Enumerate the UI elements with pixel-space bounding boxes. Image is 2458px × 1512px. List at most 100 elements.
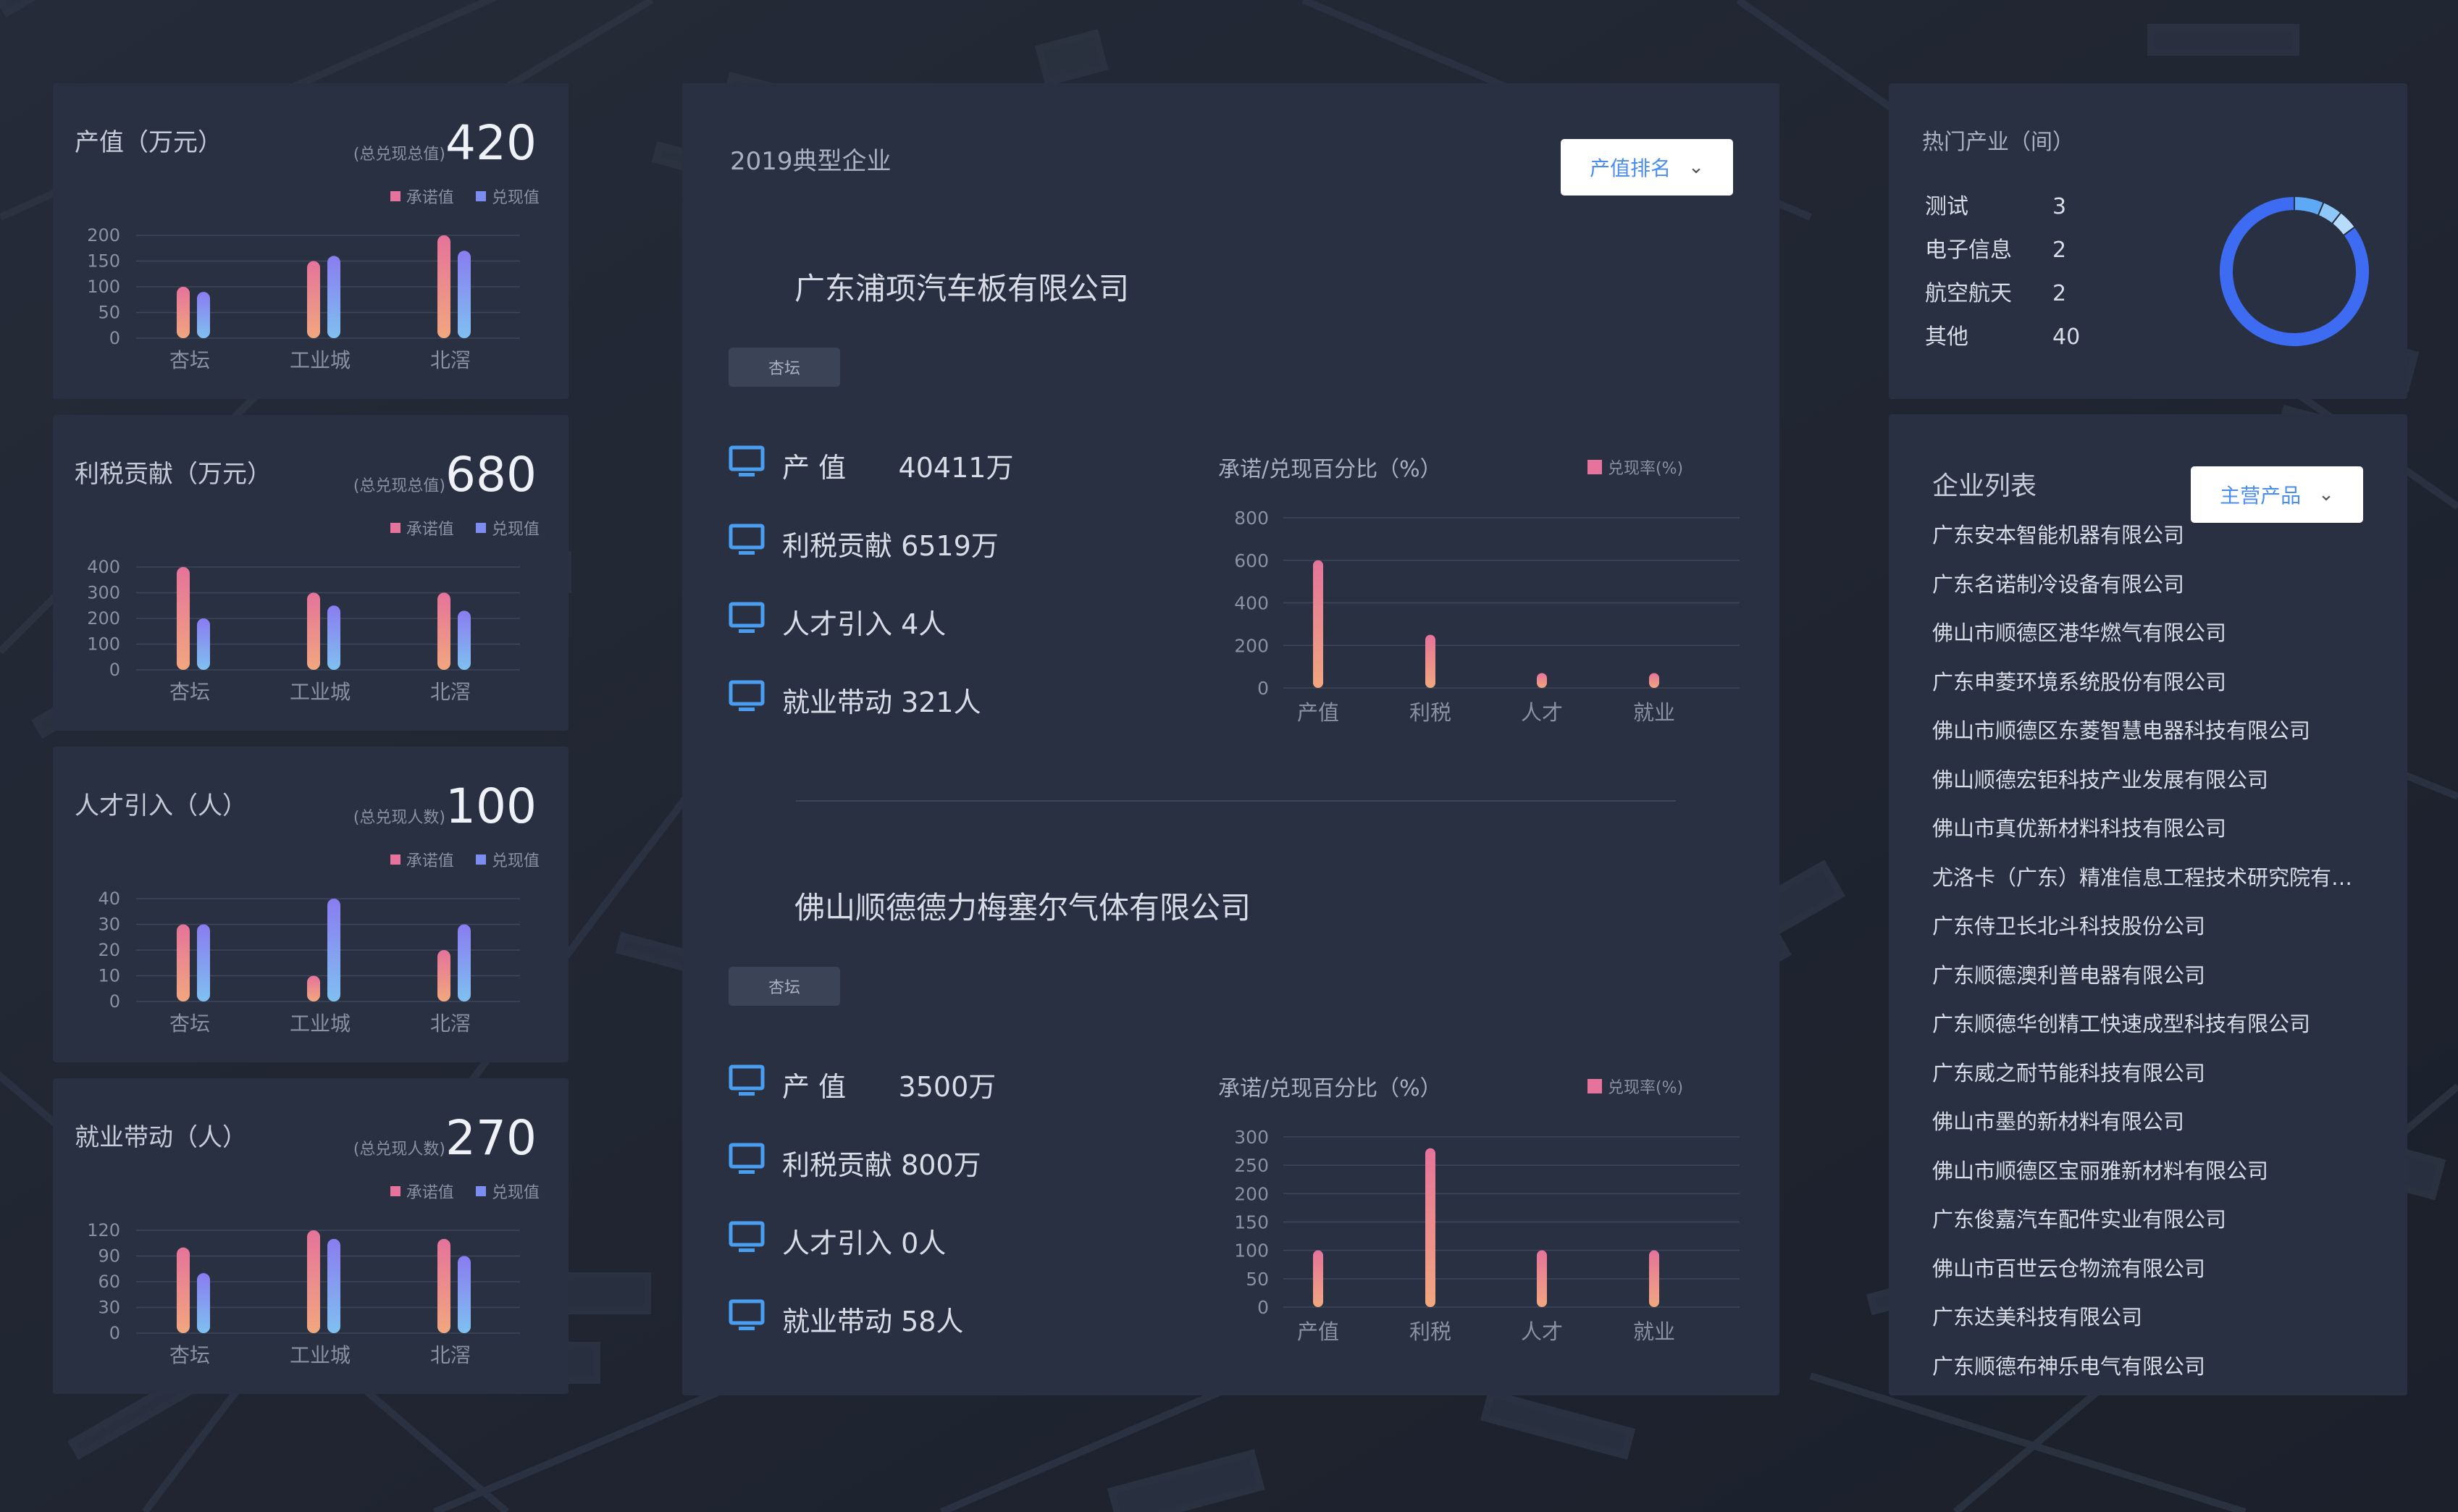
y-tick-label: 60: [98, 1272, 120, 1292]
y-tick-label: 100: [87, 277, 120, 297]
legend-label: 兑现值: [491, 189, 540, 207]
stat-card: 就业带动（人） (总兑现人数)270 承诺值 兑现值 0 30 60 90 120 杏坛 工…: [53, 1078, 569, 1394]
company-list-item[interactable]: 广东侍卫长北斗科技股份公司: [1932, 902, 2367, 952]
company-list-item[interactable]: 佛山市顺德区东菱智慧电器科技有限公司: [1932, 707, 2367, 756]
metric-row: 利税贡献 6519万: [729, 524, 999, 563]
legend-swatch-blue: [475, 1186, 486, 1196]
bar: [458, 1256, 471, 1333]
y-tick-label: 20: [98, 940, 120, 960]
company-list-item[interactable]: 佛山市顺德区宝丽雅新材料有限公司: [1932, 1147, 2367, 1196]
company-name: 广东浦项汽车板有限公司: [794, 271, 1130, 306]
bar: [327, 256, 340, 338]
company-list-item[interactable]: 佛山市百世云仓物流有限公司: [1932, 1245, 2367, 1294]
y-tick-label: 200: [87, 608, 120, 629]
metric-row: 产 值 3500万: [729, 1064, 996, 1104]
hot-industry-row[interactable]: 电子信息 2: [1925, 232, 2066, 264]
x-tick-label: 北滘: [430, 680, 471, 704]
company-list-item[interactable]: 广东达美科技有限公司: [1932, 1293, 2367, 1343]
monitor-icon: [729, 445, 782, 485]
bar: [437, 592, 450, 670]
legend-swatch-blue: [475, 191, 486, 201]
bar: [458, 610, 471, 670]
company-list-item[interactable]: 广东顺德布神乐电气有限公司: [1932, 1343, 2367, 1380]
metric-text: 产 值 3500万: [782, 1071, 997, 1103]
legend-label: 兑现值: [491, 1184, 540, 1202]
y-tick-label: 90: [98, 1246, 120, 1267]
y-tick-label: 0: [1257, 1297, 1269, 1318]
y-tick-label: 0: [109, 660, 120, 680]
y-tick-label: 30: [98, 915, 120, 935]
legend-label: 兑现值: [491, 521, 540, 539]
company-list-item[interactable]: 广东顺德华创精工快速成型科技有限公司: [1932, 1000, 2367, 1049]
bar: [1425, 634, 1435, 688]
x-tick-label: 工业城: [290, 1012, 351, 1036]
x-tick-label: 人才: [1521, 1319, 1563, 1344]
percent-bar-chart: 0 50 100 150 200 250 300 产值 利税 人才 就业: [1234, 1127, 1740, 1344]
hot-industry-panel: 热门产业（间） 测试 3 电子信息 2 航空航天 2 其他 40: [1889, 83, 2407, 399]
stat-bar-chart: 0 10 20 30 40 杏坛 工业城 北滘: [98, 889, 520, 1036]
hot-industry-row[interactable]: 测试 3: [1925, 188, 2066, 220]
y-tick-label: 800: [1234, 508, 1269, 529]
y-tick-label: 100: [87, 634, 120, 655]
bar: [307, 592, 320, 670]
stat-bar-chart: 0 100 200 300 400 杏坛 工业城 北滘: [87, 557, 520, 704]
bar: [437, 950, 450, 1001]
legend-swatch-pink: [390, 1186, 400, 1196]
y-tick-label: 300: [1234, 1127, 1269, 1148]
company-list-title: 企业列表: [1932, 471, 2037, 501]
legend-swatch-pink: [390, 854, 400, 865]
district-tag[interactable]: 杏坛: [729, 348, 840, 387]
industry-name: 电子信息: [1925, 238, 2012, 263]
company-list-item[interactable]: 广东威之耐节能科技有限公司: [1932, 1049, 2367, 1099]
legend-swatch-blue: [475, 523, 486, 533]
chart-title: 承诺/兑现百分比（%）: [1218, 457, 1442, 482]
metric-row: 产 值 40411万: [729, 445, 1013, 485]
y-tick-label: 0: [109, 991, 120, 1012]
company-list-item[interactable]: 佛山顺德宏钜科技产业发展有限公司: [1932, 756, 2367, 805]
stat-card-total-value: 100: [445, 778, 537, 834]
bar: [177, 924, 190, 1001]
legend-swatch-pink: [390, 191, 400, 201]
company-list-item[interactable]: 广东申菱环境系统股份有限公司: [1932, 658, 2367, 707]
industry-name: 其他: [1925, 324, 1968, 350]
hot-industry-title: 热门产业（间）: [1922, 130, 2074, 155]
stat-card-total-label: (总兑现总值): [353, 477, 446, 495]
metric-text: 产 值 40411万: [782, 452, 1014, 484]
company-divider: [796, 800, 1676, 802]
stat-card: 利税贡献（万元） (总兑现总值)680 承诺值 兑现值 0 100 200 300 40…: [53, 415, 569, 731]
x-tick-label: 北滘: [430, 1343, 471, 1367]
company-list-item[interactable]: 广东安本智能机器有限公司: [1932, 511, 2367, 560]
district-tag[interactable]: 杏坛: [729, 967, 840, 1006]
hot-industry-row[interactable]: 其他 40: [1925, 319, 2080, 350]
y-tick-label: 200: [1234, 1183, 1269, 1204]
company-list-item[interactable]: 广东名诺制冷设备有限公司: [1932, 560, 2367, 610]
company-list-item[interactable]: 佛山市墨的新材料有限公司: [1932, 1098, 2367, 1147]
y-tick-label: 0: [109, 328, 120, 348]
stat-card-total: (总兑现人数)270: [353, 1110, 537, 1166]
y-tick-label: 150: [1234, 1212, 1269, 1233]
company-list-item[interactable]: 广东顺德澳利普电器有限公司: [1932, 952, 2367, 1001]
chart-legend: 承诺值 兑现值: [390, 1180, 540, 1203]
stat-card-total-value: 420: [445, 115, 537, 171]
company-list-item[interactable]: 佛山市真优新材料科技有限公司: [1932, 805, 2367, 854]
x-tick-label: 工业城: [290, 1343, 351, 1367]
company-list[interactable]: 广东安本智能机器有限公司 广东名诺制冷设备有限公司 佛山市顺德区港华燃气有限公司 广东…: [1932, 511, 2367, 1379]
bar: [327, 1238, 340, 1333]
bar: [197, 618, 210, 670]
x-tick-label: 产值: [1297, 1319, 1339, 1344]
legend-label: 兑现值: [491, 852, 540, 870]
bar: [327, 899, 340, 1001]
monitor-icon: [729, 602, 782, 642]
company-list-item[interactable]: 佛山市顺德区港华燃气有限公司: [1932, 609, 2367, 658]
x-tick-label: 杏坛: [169, 680, 210, 704]
company-list-item[interactable]: 广东俊嘉汽车配件实业有限公司: [1932, 1196, 2367, 1245]
industry-count: 2: [2052, 238, 2067, 263]
legend-swatch-pink: [1587, 460, 1602, 474]
hot-industry-row[interactable]: 航空航天 2: [1925, 275, 2066, 307]
chart-legend: 兑现率(%): [1587, 1075, 1683, 1098]
y-tick-label: 600: [1234, 550, 1269, 571]
metric-text: 利税贡献 800万: [782, 1149, 981, 1181]
chart-legend: 兑现率(%): [1587, 455, 1683, 479]
company-list-item[interactable]: 尤洛卡（广东）精准信息工程技术研究院有限公司: [1932, 854, 2367, 903]
y-tick-label: 30: [98, 1298, 120, 1318]
